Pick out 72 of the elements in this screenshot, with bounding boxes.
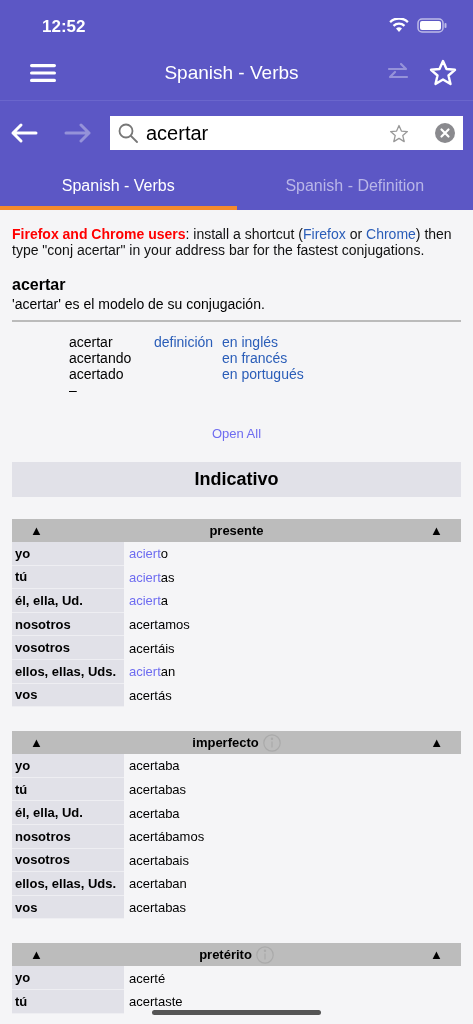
browser-link[interactable]: Chrome [366,226,416,242]
tense-header[interactable]: ▲ presente ▲ [12,519,461,542]
search-icon [118,123,138,143]
back-button[interactable] [10,122,38,144]
person-cell: él, ella, Ud. [12,801,124,825]
conjugation-cell-text: acertábamos [128,829,205,845]
conjugation-cell-text: acertaba [128,758,180,774]
person-cell: yo [12,542,124,566]
browser-link[interactable]: Firefox [303,226,346,242]
person-cell: vos [12,683,124,708]
person-cell: yo [12,966,124,990]
person-cell: ellos, ellas, Uds. [12,659,124,684]
verb-form: acertado [69,366,125,382]
verb-form: acertar [69,334,114,350]
clear-icon[interactable] [435,123,455,143]
person-cell: él, ella, Ud. [12,589,124,613]
collapse-toggle[interactable]: ▲ [430,735,443,751]
conjugation-cell-text: acertabas [128,900,187,915]
tense-header[interactable]: ▲ imperfecto ▲ [12,731,461,755]
tense-header[interactable]: ▲ pretérito ▲ [12,943,461,967]
person-cell: tú [12,777,124,802]
menu-button[interactable] [30,62,56,83]
person-cell: vos [12,895,124,920]
mood-heading: Indicativo [12,462,461,497]
collapse-toggle[interactable]: ▲ [430,947,443,963]
conjugation-cell-text: acertás [128,687,172,703]
star-icon[interactable] [389,123,409,143]
conjugation-cell-text: acertaba [128,805,180,821]
conjugation-cell-text: acertabas [128,782,187,798]
translation-link[interactable]: en francés [222,350,288,366]
person-cell: nosotros [12,612,124,637]
tense-name: presente [209,523,264,538]
conjugation-cell-text: aciertas [128,569,175,585]
conjugation-cell-text: acertaban [128,876,187,892]
person-cell: vosotros [12,848,124,873]
person-cell: yo [12,754,124,778]
conjugation-cell-text: aciertan [128,664,176,680]
verb-form: acertando [69,350,133,366]
shortcut-notice: Firefox and Chrome users: install a shortcut (Firefox or Chrome) then type "conj acertar" in your address bar for the fastest conjugations. [12,226,453,258]
verb-form: – [69,382,78,398]
conjugation-cell-text: acertaste [128,994,183,1010]
tab[interactable]: Spanish - Verbs [0,165,237,210]
conjugation-cell-text: acertabais [128,852,189,868]
favorite-button[interactable] [429,59,457,86]
tense-name: pretérito [199,947,252,963]
search-input[interactable]: acertar [146,121,381,145]
person-cell: nosotros [12,824,124,849]
person-cell: vosotros [12,636,124,660]
conjugation-cell-text: acerté [128,970,166,986]
screen-title: Spanish - Verbs [163,61,300,84]
definition-link[interactable]: definición [154,334,214,350]
open-all-link[interactable]: Open All [211,426,262,441]
conjugation-cell-text: acierto [128,546,169,562]
battery-icon [417,18,447,33]
conjugation-cell-text: acertáis [128,640,175,656]
tense-name: imperfecto [192,735,259,751]
conjugation-cell-text: acierta [128,593,169,609]
translation-link[interactable]: en inglés [222,334,279,350]
conjugation-cell-text: acertamos [128,617,190,633]
model-note: 'acertar' es el modelo de su conjugación. [12,296,461,322]
search-field[interactable]: acertar [110,116,463,150]
collapse-toggle[interactable]: ▲ [30,523,43,538]
wifi-icon [389,18,409,33]
collapse-toggle[interactable]: ▲ [30,947,43,963]
person-cell: tú [12,989,124,1014]
translation-link[interactable]: en portugués [222,366,304,382]
verb-title: acertar [12,276,67,294]
status-time: 12:52 [42,15,86,37]
person-cell: ellos, ellas, Uds. [12,872,124,896]
collapse-toggle[interactable]: ▲ [430,523,443,538]
collapse-toggle[interactable]: ▲ [30,735,43,751]
person-cell: tú [12,565,124,590]
